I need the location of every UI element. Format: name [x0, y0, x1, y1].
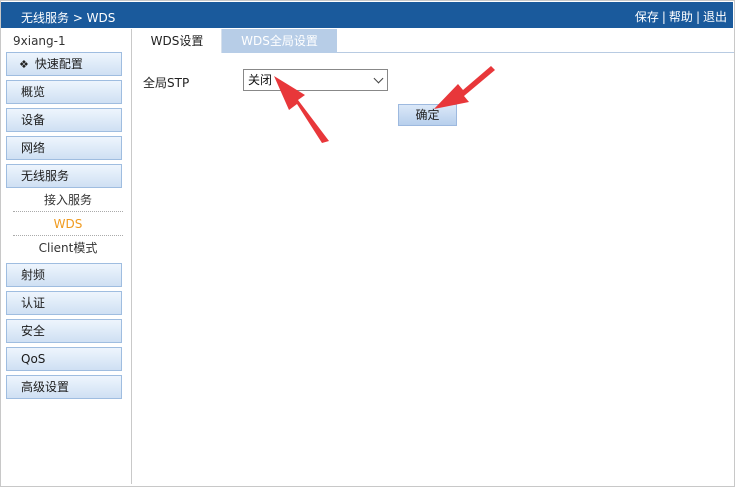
sidebar-item-overview[interactable]: 概览 — [6, 80, 122, 104]
save-link[interactable]: 保存 — [635, 10, 659, 24]
sidebar-item-qos[interactable]: QoS — [6, 347, 122, 371]
device-name: 9xiang-1 — [13, 34, 66, 48]
sidebar-item-network[interactable]: 网络 — [6, 136, 122, 160]
main-content: 全局STP 关闭 确定 — [133, 54, 734, 484]
separator: | — [661, 10, 666, 24]
sidebar-item-security[interactable]: 安全 — [6, 319, 122, 343]
sidebar-subitem-client-mode[interactable]: Client模式 — [13, 238, 123, 260]
diamond-icon: ❖ — [19, 58, 29, 71]
top-bar: 无线服务 > WDS 保存 | 帮助 | 退出 — [1, 2, 733, 28]
sidebar-item-wireless-service[interactable]: 无线服务 — [6, 164, 122, 188]
stp-label: 全局STP — [143, 76, 190, 90]
sidebar-item-label: 快速配置 — [34, 57, 83, 71]
sidebar: 9xiang-1 ❖ 快速配置 概览 设备 网络 无线服务 接入服务 WDS Cl… — [1, 29, 132, 484]
chevron-down-icon — [373, 73, 384, 84]
sidebar-item-quick-config[interactable]: ❖ 快速配置 — [6, 52, 122, 76]
tab-wds-settings[interactable]: WDS设置 — [133, 29, 222, 53]
tab-bar: WDS设置 WDS全局设置 — [133, 29, 734, 53]
stp-select[interactable]: 关闭 — [243, 69, 388, 91]
tab-wds-global-settings[interactable]: WDS全局设置 — [222, 29, 337, 53]
logout-link[interactable]: 退出 — [703, 10, 727, 24]
sidebar-item-device[interactable]: 设备 — [6, 108, 122, 132]
breadcrumb: 无线服务 > WDS — [21, 11, 116, 25]
top-links: 保存 | 帮助 | 退出 — [635, 8, 727, 25]
sidebar-item-auth[interactable]: 认证 — [6, 291, 122, 315]
sidebar-item-radio[interactable]: 射频 — [6, 263, 122, 287]
sidebar-subitem-wds[interactable]: WDS — [13, 214, 123, 236]
sidebar-item-advanced[interactable]: 高级设置 — [6, 375, 122, 399]
stp-select-value: 关闭 — [248, 73, 273, 87]
help-link[interactable]: 帮助 — [669, 10, 693, 24]
sidebar-subitem-access-service[interactable]: 接入服务 — [13, 190, 123, 212]
confirm-button[interactable]: 确定 — [398, 104, 457, 126]
separator: | — [695, 10, 700, 24]
